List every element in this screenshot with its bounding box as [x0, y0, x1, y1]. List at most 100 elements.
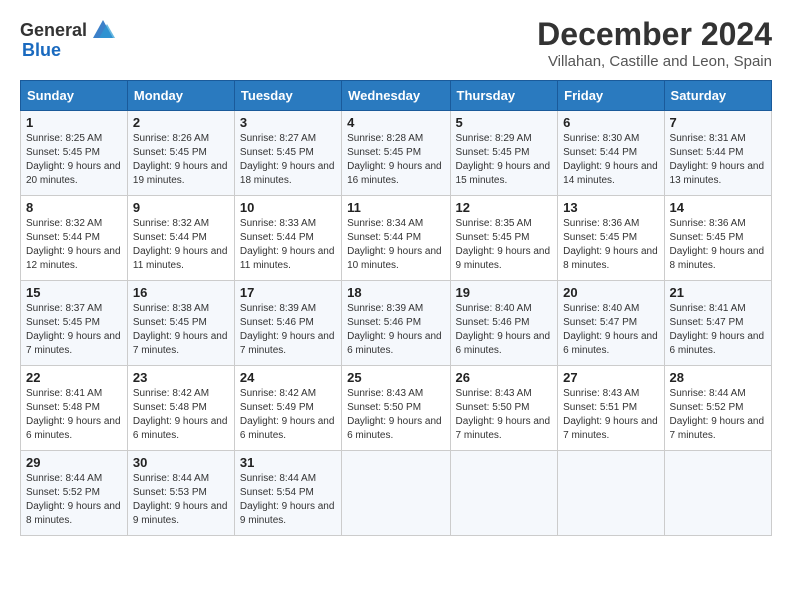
calendar-week-3: 15 Sunrise: 8:37 AMSunset: 5:45 PMDayligh… — [21, 281, 772, 366]
day-detail: Sunrise: 8:33 AMSunset: 5:44 PMDaylight:… — [240, 217, 336, 273]
day-detail: Sunrise: 8:43 AMSunset: 5:50 PMDaylight:… — [456, 387, 553, 443]
column-header-friday: Friday — [558, 81, 664, 111]
calendar-cell: 15 Sunrise: 8:37 AMSunset: 5:45 PMDayligh… — [21, 281, 128, 366]
day-number: 26 — [456, 370, 553, 385]
page-title: December 2024 — [537, 16, 772, 53]
day-detail: Sunrise: 8:42 AMSunset: 5:48 PMDaylight:… — [133, 387, 229, 443]
day-number: 31 — [240, 455, 336, 470]
day-number: 2 — [133, 115, 229, 130]
column-header-thursday: Thursday — [450, 81, 558, 111]
day-number: 7 — [670, 115, 766, 130]
day-number: 13 — [563, 200, 658, 215]
logo-icon — [89, 16, 117, 44]
day-detail: Sunrise: 8:32 AMSunset: 5:44 PMDaylight:… — [133, 217, 229, 273]
day-number: 27 — [563, 370, 658, 385]
day-number: 6 — [563, 115, 658, 130]
day-number: 5 — [456, 115, 553, 130]
day-number: 25 — [347, 370, 444, 385]
calendar-cell: 8 Sunrise: 8:32 AMSunset: 5:44 PMDaylight… — [21, 196, 128, 281]
day-detail: Sunrise: 8:40 AMSunset: 5:46 PMDaylight:… — [456, 302, 553, 358]
calendar-cell: 13Sunrise: 8:36 AMSunset: 5:45 PMDayligh… — [558, 196, 664, 281]
calendar-cell: 25 Sunrise: 8:43 AMSunset: 5:50 PMDayligh… — [342, 366, 450, 451]
calendar-cell: 17Sunrise: 8:39 AMSunset: 5:46 PMDayligh… — [234, 281, 341, 366]
day-number: 16 — [133, 285, 229, 300]
day-detail: Sunrise: 8:44 AMSunset: 5:52 PMDaylight:… — [26, 472, 122, 528]
calendar-cell: 21 Sunrise: 8:41 AMSunset: 5:47 PMDayligh… — [664, 281, 771, 366]
day-detail: Sunrise: 8:41 AMSunset: 5:48 PMDaylight:… — [26, 387, 122, 443]
header: General Blue December 2024 Villahan, Cas… — [20, 16, 772, 70]
logo: General Blue — [20, 16, 117, 61]
day-number: 21 — [670, 285, 766, 300]
day-number: 9 — [133, 200, 229, 215]
calendar-cell: 31 Sunrise: 8:44 AMSunset: 5:54 PMDayligh… — [234, 451, 341, 536]
calendar-cell — [664, 451, 771, 536]
calendar-cell: 11 Sunrise: 8:34 AMSunset: 5:44 PMDayligh… — [342, 196, 450, 281]
day-detail: Sunrise: 8:34 AMSunset: 5:44 PMDaylight:… — [347, 217, 444, 273]
day-number: 29 — [26, 455, 122, 470]
day-number: 8 — [26, 200, 122, 215]
day-detail: Sunrise: 8:44 AMSunset: 5:54 PMDaylight:… — [240, 472, 336, 528]
calendar-cell: 7 Sunrise: 8:31 AMSunset: 5:44 PMDaylight… — [664, 111, 771, 196]
day-detail: Sunrise: 8:37 AMSunset: 5:45 PMDaylight:… — [26, 302, 122, 358]
day-detail: Sunrise: 8:39 AMSunset: 5:46 PMDaylight:… — [240, 302, 336, 358]
calendar-cell: 10Sunrise: 8:33 AMSunset: 5:44 PMDayligh… — [234, 196, 341, 281]
column-header-sunday: Sunday — [21, 81, 128, 111]
day-number: 4 — [347, 115, 444, 130]
day-detail: Sunrise: 8:39 AMSunset: 5:46 PMDaylight:… — [347, 302, 444, 358]
logo-general-text: General — [20, 20, 87, 41]
day-detail: Sunrise: 8:28 AMSunset: 5:45 PMDaylight:… — [347, 132, 444, 188]
title-area: December 2024 Villahan, Castille and Leo… — [537, 16, 772, 70]
day-detail: Sunrise: 8:44 AMSunset: 5:52 PMDaylight:… — [670, 387, 766, 443]
day-number: 11 — [347, 200, 444, 215]
day-detail: Sunrise: 8:31 AMSunset: 5:44 PMDaylight:… — [670, 132, 766, 188]
calendar-cell: 29 Sunrise: 8:44 AMSunset: 5:52 PMDayligh… — [21, 451, 128, 536]
calendar-cell: 9 Sunrise: 8:32 AMSunset: 5:44 PMDaylight… — [127, 196, 234, 281]
calendar-week-2: 8 Sunrise: 8:32 AMSunset: 5:44 PMDaylight… — [21, 196, 772, 281]
calendar-week-5: 29 Sunrise: 8:44 AMSunset: 5:52 PMDayligh… — [21, 451, 772, 536]
day-detail: Sunrise: 8:36 AMSunset: 5:45 PMDaylight:… — [670, 217, 766, 273]
day-detail: Sunrise: 8:26 AMSunset: 5:45 PMDaylight:… — [133, 132, 229, 188]
calendar-cell: 16 Sunrise: 8:38 AMSunset: 5:45 PMDayligh… — [127, 281, 234, 366]
calendar-cell: 18 Sunrise: 8:39 AMSunset: 5:46 PMDayligh… — [342, 281, 450, 366]
calendar-cell: 23 Sunrise: 8:42 AMSunset: 5:48 PMDayligh… — [127, 366, 234, 451]
column-header-monday: Monday — [127, 81, 234, 111]
day-detail: Sunrise: 8:43 AMSunset: 5:50 PMDaylight:… — [347, 387, 444, 443]
day-detail: Sunrise: 8:32 AMSunset: 5:44 PMDaylight:… — [26, 217, 122, 273]
calendar-cell: 4 Sunrise: 8:28 AMSunset: 5:45 PMDaylight… — [342, 111, 450, 196]
day-number: 14 — [670, 200, 766, 215]
page-subtitle: Villahan, Castille and Leon, Spain — [537, 53, 772, 70]
calendar-cell: 26 Sunrise: 8:43 AMSunset: 5:50 PMDayligh… — [450, 366, 558, 451]
logo-blue-text: Blue — [22, 40, 61, 61]
calendar-cell: 19 Sunrise: 8:40 AMSunset: 5:46 PMDayligh… — [450, 281, 558, 366]
calendar-cell: 20Sunrise: 8:40 AMSunset: 5:47 PMDayligh… — [558, 281, 664, 366]
day-number: 19 — [456, 285, 553, 300]
calendar-table: SundayMondayTuesdayWednesdayThursdayFrid… — [20, 80, 772, 536]
day-detail: Sunrise: 8:25 AMSunset: 5:45 PMDaylight:… — [26, 132, 122, 188]
column-header-tuesday: Tuesday — [234, 81, 341, 111]
day-detail: Sunrise: 8:27 AMSunset: 5:45 PMDaylight:… — [240, 132, 336, 188]
calendar-cell: 22 Sunrise: 8:41 AMSunset: 5:48 PMDayligh… — [21, 366, 128, 451]
calendar-cell: 12Sunrise: 8:35 AMSunset: 5:45 PMDayligh… — [450, 196, 558, 281]
calendar-header-row: SundayMondayTuesdayWednesdayThursdayFrid… — [21, 81, 772, 111]
day-detail: Sunrise: 8:44 AMSunset: 5:53 PMDaylight:… — [133, 472, 229, 528]
day-number: 18 — [347, 285, 444, 300]
calendar-cell: 1 Sunrise: 8:25 AMSunset: 5:45 PMDaylight… — [21, 111, 128, 196]
day-detail: Sunrise: 8:38 AMSunset: 5:45 PMDaylight:… — [133, 302, 229, 358]
day-detail: Sunrise: 8:40 AMSunset: 5:47 PMDaylight:… — [563, 302, 658, 358]
day-detail: Sunrise: 8:41 AMSunset: 5:47 PMDaylight:… — [670, 302, 766, 358]
calendar-week-4: 22 Sunrise: 8:41 AMSunset: 5:48 PMDayligh… — [21, 366, 772, 451]
calendar-cell: 28 Sunrise: 8:44 AMSunset: 5:52 PMDayligh… — [664, 366, 771, 451]
day-number: 1 — [26, 115, 122, 130]
day-detail: Sunrise: 8:30 AMSunset: 5:44 PMDaylight:… — [563, 132, 658, 188]
day-number: 28 — [670, 370, 766, 385]
calendar-cell: 6 Sunrise: 8:30 AMSunset: 5:44 PMDaylight… — [558, 111, 664, 196]
day-number: 23 — [133, 370, 229, 385]
day-detail: Sunrise: 8:29 AMSunset: 5:45 PMDaylight:… — [456, 132, 553, 188]
calendar-week-1: 1 Sunrise: 8:25 AMSunset: 5:45 PMDaylight… — [21, 111, 772, 196]
calendar-cell — [342, 451, 450, 536]
calendar-cell: 3Sunrise: 8:27 AMSunset: 5:45 PMDaylight… — [234, 111, 341, 196]
day-number: 22 — [26, 370, 122, 385]
day-number: 15 — [26, 285, 122, 300]
day-number: 24 — [240, 370, 336, 385]
day-detail: Sunrise: 8:42 AMSunset: 5:49 PMDaylight:… — [240, 387, 336, 443]
